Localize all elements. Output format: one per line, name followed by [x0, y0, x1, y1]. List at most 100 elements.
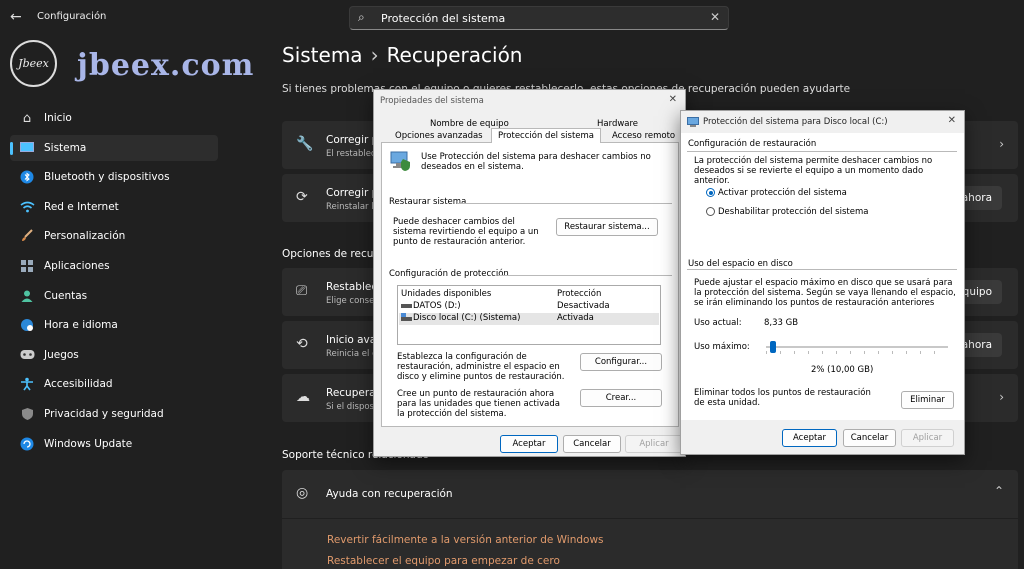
sidebar-item-inicio[interactable]: ⌂ Inicio	[10, 105, 218, 131]
col-drives: Unidades disponibles	[401, 289, 492, 299]
card-desc: Reinstalar la	[326, 202, 379, 212]
table-row[interactable]: DATOS (D:) Desactivada	[399, 301, 659, 313]
sidebar-item-label: Personalización	[44, 230, 126, 243]
sidebar-nav: ⌂ Inicio Sistema Bluetooth y dispositivo…	[10, 105, 218, 460]
group-disk-usage-title: Uso del espacio en disco	[688, 259, 793, 269]
back-arrow-icon[interactable]: ←	[10, 9, 22, 25]
chevron-up-icon[interactable]: ⌃	[994, 484, 1004, 498]
shield-icon	[18, 405, 36, 423]
divider	[457, 203, 672, 204]
update-icon	[18, 435, 36, 453]
link-revert-windows[interactable]: Revertir fácilmente a la versión anterio…	[327, 534, 604, 546]
search-input[interactable]: ⌕ Protección del sistema ✕	[349, 6, 729, 30]
sidebar-item-windows-update[interactable]: Windows Update	[10, 431, 218, 457]
sidebar-item-label: Inicio	[44, 112, 72, 124]
radio-enable-protection[interactable]	[706, 188, 715, 197]
card-title: Inicio ava	[326, 334, 377, 346]
wrench-icon: 🔧	[296, 136, 314, 152]
sidebar-item-hora[interactable]: Hora e idioma	[10, 312, 218, 338]
chevron-right-icon: ›	[999, 390, 1004, 404]
config-text: Establezca la configuración de restaurac…	[397, 352, 565, 382]
restore-system-button[interactable]: Restaurar sistema...	[556, 218, 658, 236]
sidebar-item-label: Bluetooth y dispositivos	[44, 171, 170, 184]
cancel-button[interactable]: Cancelar	[843, 429, 896, 447]
card-title: Ayuda con recuperación	[326, 488, 453, 500]
restore-text: Puede deshacer cambios del sistema revir…	[393, 217, 539, 247]
sidebar-item-cuentas[interactable]: Cuentas	[10, 283, 218, 309]
card-desc: Si el disposi	[326, 402, 377, 412]
sidebar-item-juegos[interactable]: Juegos	[10, 342, 218, 368]
drive-name: Disco local (C:) (Sistema)	[413, 313, 521, 323]
app-title: Configuración	[37, 11, 107, 22]
globe-outline-icon: ◎	[296, 485, 309, 501]
max-usage-label: Uso máximo:	[694, 342, 750, 352]
disk-text: Puede ajustar el espacio máximo en disco…	[694, 278, 956, 308]
drives-list[interactable]: Unidades disponibles Protección DATOS (D…	[397, 285, 661, 345]
advanced-startup-icon: ⟲	[296, 336, 308, 352]
radio-disable-protection[interactable]	[706, 207, 715, 216]
drive-state: Activada	[557, 313, 594, 323]
close-icon[interactable]: ✕	[669, 94, 677, 105]
tab-advanced[interactable]: Opciones avanzadas	[395, 131, 483, 141]
delete-button[interactable]: Eliminar	[901, 391, 954, 409]
close-icon[interactable]: ✕	[948, 115, 956, 126]
home-icon: ⌂	[22, 110, 32, 126]
tab-remote[interactable]: Acceso remoto	[612, 131, 675, 141]
tab-system-protection[interactable]: Protección del sistema	[491, 128, 602, 143]
radio-enable-label: Activar protección del sistema	[718, 188, 847, 198]
search-value: Protección del sistema	[381, 12, 506, 25]
divider	[687, 269, 957, 270]
clear-search-icon[interactable]: ✕	[710, 10, 720, 24]
globe-icon	[18, 316, 36, 334]
system-protection-icon	[389, 149, 411, 174]
gamepad-icon	[18, 346, 36, 364]
title-bar: ← Configuración ⌕ Protección del sistema…	[0, 0, 1024, 34]
configure-button[interactable]: Configurar...	[580, 353, 662, 371]
group-restore-title: Restaurar sistema	[389, 197, 467, 207]
dialog-title: Protección del sistema para Disco local …	[703, 117, 888, 127]
apply-button[interactable]: Aplicar	[901, 429, 954, 447]
accessibility-icon	[18, 375, 36, 393]
apply-button[interactable]: Aplicar	[625, 435, 683, 453]
sidebar-item-label: Sistema	[44, 141, 87, 154]
link-reset-pc[interactable]: Restablecer el equipo para empezar de ce…	[327, 555, 560, 567]
breadcrumb-sistema[interactable]: Sistema	[282, 43, 363, 67]
max-usage-slider-track[interactable]	[766, 346, 948, 348]
tab-pane: Use Protección del sistema para deshacer…	[381, 142, 679, 427]
bluetooth-icon	[18, 168, 36, 186]
drive-name: DATOS (D:)	[413, 301, 461, 311]
current-usage-value: 8,33 GB	[764, 318, 799, 328]
sidebar-item-label: Privacidad y seguridad	[44, 407, 164, 420]
sidebar-item-personalizacion[interactable]: Personalización	[10, 223, 218, 249]
divider	[687, 151, 957, 152]
drive-protection-dialog: Protección del sistema para Disco local …	[680, 110, 965, 455]
apps-icon	[18, 257, 36, 275]
sidebar-item-sistema[interactable]: Sistema	[10, 134, 218, 161]
card-desc: Reinicia el d	[326, 349, 378, 359]
sidebar-item-label: Hora e idioma	[44, 319, 118, 332]
create-button[interactable]: Crear...	[580, 389, 662, 407]
cancel-button[interactable]: Cancelar	[563, 435, 621, 453]
radio-disable-label: Deshabilitar protección del sistema	[718, 207, 869, 217]
tab-hardware[interactable]: Hardware	[597, 119, 638, 129]
person-icon	[18, 287, 36, 305]
watermark: jbeex.com	[77, 48, 255, 83]
sidebar-item-privacidad[interactable]: Privacidad y seguridad	[10, 401, 218, 427]
sidebar-item-red[interactable]: Red e Internet	[10, 194, 218, 220]
restore-config-text: La protección del sistema permite deshac…	[694, 156, 933, 186]
card-help-recovery[interactable]: ◎ Ayuda con recuperación ⌃	[282, 470, 1018, 518]
ok-button[interactable]: Aceptar	[782, 429, 837, 447]
sidebar-item-bluetooth[interactable]: Bluetooth y dispositivos	[10, 164, 218, 190]
sidebar-item-label: Aplicaciones	[44, 259, 110, 272]
max-usage-value: 2% (10,00 GB)	[811, 365, 874, 375]
table-row[interactable]: Disco local (C:) (Sistema) Activada	[399, 313, 659, 325]
sidebar-item-aplicaciones[interactable]: Aplicaciones	[10, 253, 218, 279]
chevron-right-icon: ›	[999, 137, 1004, 151]
max-usage-slider-thumb[interactable]	[769, 341, 776, 353]
cloud-icon: ☁	[296, 389, 310, 405]
brush-icon	[18, 227, 36, 245]
reset-pc-icon: ⎚	[296, 283, 308, 299]
ok-button[interactable]: Aceptar	[500, 435, 558, 453]
sidebar-item-accesibilidad[interactable]: Accesibilidad	[10, 371, 218, 397]
refresh-icon: ⟳	[296, 189, 308, 205]
